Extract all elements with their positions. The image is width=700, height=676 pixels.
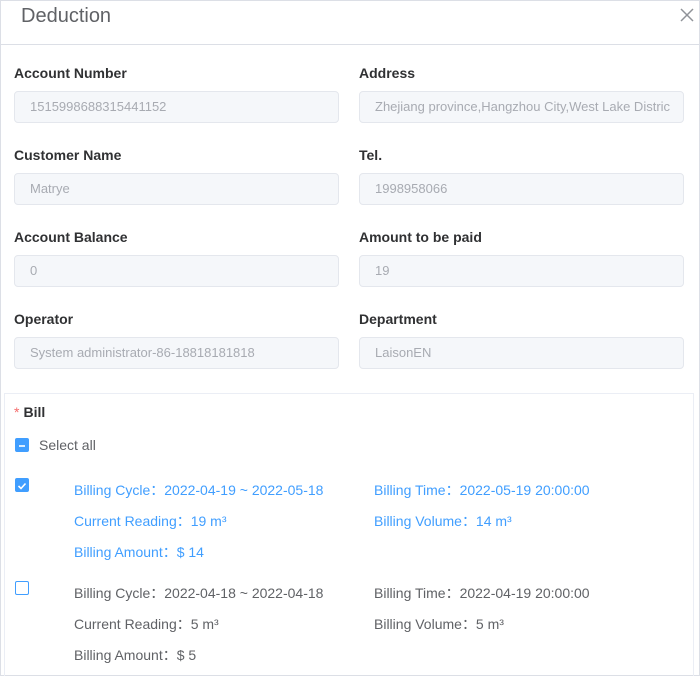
tel-field[interactable]: 1998958066 — [359, 173, 684, 205]
billing-amount[interactable]: Billing Amount：$ 5 — [74, 645, 196, 665]
customer-name-field[interactable]: Matrye — [14, 173, 339, 205]
dialog-title: Deduction — [21, 5, 112, 27]
billing-cycle[interactable]: Billing Cycle：2022-04-18 ~ 2022-04-18 — [74, 583, 323, 603]
bill-label-text: Bill — [23, 404, 46, 420]
bill-label: * Bill — [14, 404, 45, 420]
account-number-field[interactable]: 1515998688315441152 — [14, 91, 339, 123]
address-label: Address — [359, 65, 416, 81]
amount-to-be-paid-field[interactable]: 19 — [359, 255, 684, 287]
billing-cycle[interactable]: Billing Cycle：2022-04-19 ~ 2022-05-18 — [74, 480, 323, 500]
required-mark: * — [14, 404, 20, 420]
minus-icon — [19, 445, 25, 447]
check-icon — [17, 482, 27, 490]
account-balance-field[interactable]: 0 — [14, 255, 339, 287]
account-number-label: Account Number — [14, 65, 127, 81]
department-field[interactable]: LaisonEN — [359, 337, 684, 369]
tel-label: Tel. — [359, 147, 383, 163]
operator-field[interactable]: System administrator-86-18818181818 — [14, 337, 339, 369]
bill-item-checkbox[interactable] — [15, 581, 29, 595]
select-all-label[interactable]: Select all — [39, 437, 96, 453]
operator-label: Operator — [14, 311, 74, 327]
billing-amount[interactable]: Billing Amount：$ 14 — [74, 542, 204, 562]
billing-volume[interactable]: Billing Volume：14 m³ — [374, 511, 512, 531]
dialog-header: Deduction — [1, 1, 699, 45]
department-label: Department — [359, 311, 437, 327]
current-reading[interactable]: Current Reading：19 m³ — [74, 511, 227, 531]
amount-to-be-paid-label: Amount to be paid — [359, 229, 482, 245]
select-all-checkbox[interactable] — [15, 438, 29, 452]
close-icon[interactable] — [677, 5, 697, 25]
address-field[interactable]: Zhejiang province,Hangzhou City,West Lak… — [359, 91, 684, 123]
customer-name-label: Customer Name — [14, 147, 122, 163]
current-reading[interactable]: Current Reading：5 m³ — [74, 614, 219, 634]
billing-volume[interactable]: Billing Volume：5 m³ — [374, 614, 504, 634]
bill-item-checkbox[interactable] — [15, 478, 29, 492]
deduction-dialog: Deduction Account Number 151599868831544… — [0, 0, 700, 676]
account-balance-label: Account Balance — [14, 229, 128, 245]
billing-time[interactable]: Billing Time：2022-05-19 20:00:00 — [374, 480, 590, 500]
billing-time[interactable]: Billing Time：2022-04-19 20:00:00 — [374, 583, 590, 603]
